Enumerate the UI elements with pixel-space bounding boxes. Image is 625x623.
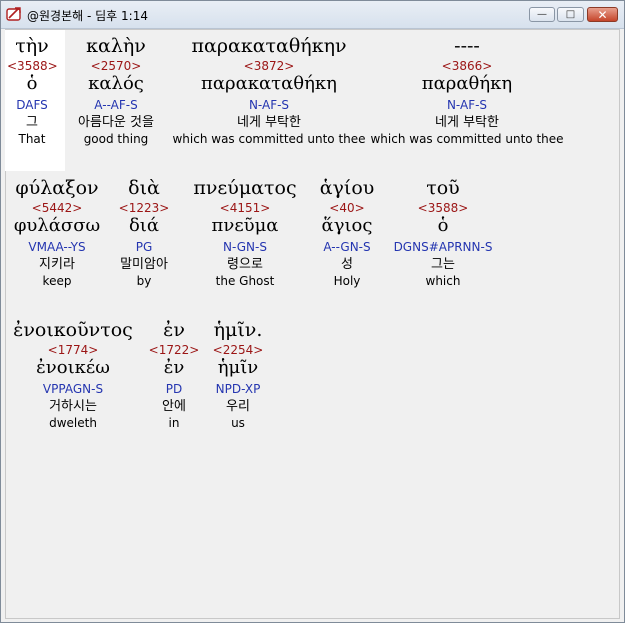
word-block[interactable]: τοῦ <3588> ὁ DGNS#APRNN-S 그는 which bbox=[387, 177, 499, 288]
greek-word: φύλαξον bbox=[15, 177, 99, 199]
parse-code: VMAA--YS bbox=[28, 240, 86, 254]
strong-number[interactable]: <1223> bbox=[107, 201, 181, 215]
parse-code: PD bbox=[165, 382, 183, 396]
english-gloss: the Ghost bbox=[215, 274, 275, 288]
strong-number[interactable]: <3872> bbox=[171, 59, 367, 73]
parse-code: N-GN-S bbox=[223, 240, 267, 254]
lemma: ὁ bbox=[26, 73, 38, 94]
word-block[interactable]: τὴν <3588> ὁ DAFS 그 That bbox=[7, 35, 58, 146]
lemma: ὁ bbox=[437, 215, 449, 236]
word-block[interactable]: ἁγίου <40> ἅγιος A--GN-S 성 Holy bbox=[307, 177, 387, 288]
parse-code: A--GN-S bbox=[323, 240, 371, 254]
lemma: παραθήκη bbox=[421, 73, 513, 94]
korean-gloss: 안에 bbox=[162, 399, 186, 414]
greek-word: παρακαταθήκην bbox=[191, 35, 347, 57]
maximize-icon: □ bbox=[565, 9, 576, 20]
korean-gloss: 령으로 bbox=[227, 257, 263, 272]
word-block[interactable]: ἐνοικοῦντος <1774> ἐνοικέω VPPAGN-S 거하시는… bbox=[7, 319, 139, 430]
english-gloss: Holy bbox=[333, 274, 361, 288]
parse-code: A--AF-S bbox=[94, 98, 138, 112]
english-gloss: That bbox=[18, 132, 46, 146]
english-gloss: which was committed unto thee bbox=[172, 132, 366, 146]
strong-number[interactable]: <2570> bbox=[61, 59, 171, 73]
minimize-icon: — bbox=[537, 9, 547, 20]
greek-word: ---- bbox=[454, 35, 480, 57]
parse-code: PG bbox=[135, 240, 153, 254]
greek-word: τοῦ bbox=[426, 177, 460, 199]
english-gloss: good thing bbox=[83, 132, 149, 146]
korean-gloss: 우리 bbox=[226, 399, 250, 414]
parse-code: VPPAGN-S bbox=[42, 382, 104, 396]
korean-gloss: 지키라 bbox=[39, 257, 75, 272]
greek-word: ἐν bbox=[163, 319, 185, 341]
english-gloss: which bbox=[425, 274, 461, 288]
word-block[interactable]: ---- <3866> παραθήκη N-AF-S 네게 부탁한 which… bbox=[369, 35, 565, 146]
parse-code: N-AF-S bbox=[446, 98, 488, 112]
korean-gloss: 거하시는 bbox=[49, 399, 97, 414]
korean-gloss: 아름다운 것을 bbox=[78, 115, 154, 130]
lemma: διά bbox=[128, 215, 160, 236]
greek-word: πνεύματος bbox=[193, 177, 297, 199]
lemma: ἐν bbox=[163, 357, 185, 378]
lemma: ἡμῖν bbox=[217, 357, 259, 378]
close-icon: ✕ bbox=[597, 7, 608, 22]
app-icon bbox=[6, 7, 21, 21]
strong-number[interactable]: <40> bbox=[307, 201, 387, 215]
english-gloss: in bbox=[168, 416, 180, 430]
greek-word: τὴν bbox=[15, 35, 49, 57]
parse-code: DAFS bbox=[16, 98, 48, 112]
strong-number[interactable]: <1774> bbox=[7, 343, 139, 357]
word-block[interactable]: ἐν <1722> ἐν PD 안에 in bbox=[145, 319, 203, 430]
lemma: ἅγιος bbox=[321, 215, 373, 236]
strong-number[interactable]: <3866> bbox=[369, 59, 565, 73]
english-gloss: keep bbox=[42, 274, 72, 288]
lemma: φυλάσσω bbox=[13, 215, 101, 236]
english-gloss: dweleth bbox=[49, 416, 97, 430]
korean-gloss: 말미암아 bbox=[120, 257, 168, 272]
maximize-button[interactable]: □ bbox=[557, 7, 584, 22]
korean-gloss: 네게 부탁한 bbox=[435, 115, 499, 130]
english-gloss: which was committed unto thee bbox=[370, 132, 564, 146]
word-block[interactable]: παρακαταθήκην <3872> παρακαταθήκη N-AF-S… bbox=[171, 35, 367, 146]
korean-gloss: 네게 부탁한 bbox=[237, 115, 301, 130]
greek-word: ἐνοικοῦντος bbox=[13, 319, 133, 341]
title-bar[interactable]: @원경본해 - 딤후 1:14 — □ ✕ bbox=[1, 1, 624, 29]
strong-number[interactable]: <4151> bbox=[183, 201, 307, 215]
korean-gloss: 성 bbox=[341, 257, 353, 272]
strong-number[interactable]: <1722> bbox=[145, 343, 203, 357]
word-block[interactable]: καλὴν <2570> καλός A--AF-S 아름다운 것을 good … bbox=[61, 35, 171, 146]
app-window: @원경본해 - 딤후 1:14 — □ ✕ τὴν <3588> ὁ DAFS … bbox=[0, 0, 625, 623]
strong-number[interactable]: <2254> bbox=[203, 343, 273, 357]
lemma: καλός bbox=[88, 73, 144, 94]
word-block[interactable]: πνεύματος <4151> πνεῦμα N-GN-S 령으로 the G… bbox=[183, 177, 307, 288]
minimize-button[interactable]: — bbox=[529, 7, 555, 22]
english-gloss: us bbox=[231, 416, 245, 430]
parse-code: DGNS#APRNN-S bbox=[393, 240, 493, 254]
strong-number[interactable]: <3588> bbox=[7, 59, 58, 73]
greek-word: καλὴν bbox=[86, 35, 146, 57]
lemma: πνεῦμα bbox=[211, 215, 279, 236]
english-gloss: by bbox=[136, 274, 152, 288]
word-block[interactable]: ἡμῖν. <2254> ἡμῖν NPD-XP 우리 us bbox=[203, 319, 273, 430]
strong-number[interactable]: <3588> bbox=[387, 201, 499, 215]
korean-gloss: 그는 bbox=[431, 257, 455, 272]
window-title: @원경본해 - 딤후 1:14 bbox=[27, 9, 148, 23]
word-block[interactable]: φύλαξον <5442> φυλάσσω VMAA--YS 지키라 keep bbox=[7, 177, 107, 288]
lemma: παρακαταθήκη bbox=[201, 73, 337, 94]
close-button[interactable]: ✕ bbox=[587, 7, 618, 22]
greek-word: ἁγίου bbox=[319, 177, 375, 199]
lemma: ἐνοικέω bbox=[36, 357, 110, 378]
greek-word: διὰ bbox=[128, 177, 160, 199]
strong-number[interactable]: <5442> bbox=[7, 201, 107, 215]
parse-code: N-AF-S bbox=[248, 98, 290, 112]
parse-code: NPD-XP bbox=[215, 382, 261, 396]
greek-word: ἡμῖν. bbox=[213, 319, 263, 341]
korean-gloss: 그 bbox=[26, 115, 38, 130]
word-block[interactable]: διὰ <1223> διά PG 말미암아 by bbox=[107, 177, 181, 288]
